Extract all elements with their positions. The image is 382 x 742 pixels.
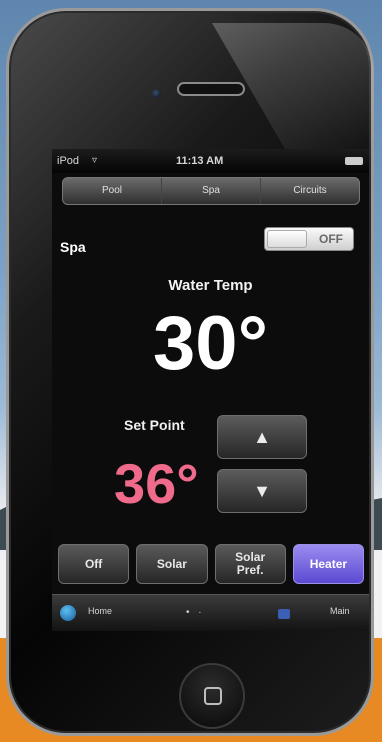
status-time: 11:13 AM: [176, 155, 224, 167]
globe-icon[interactable]: [60, 605, 76, 621]
speaker-grille-icon: [177, 82, 245, 96]
mode-heater-label: Heater: [309, 556, 348, 571]
battery-icon: [345, 157, 363, 165]
tab-spa[interactable]: Spa: [162, 178, 261, 204]
set-point-label: Set Point: [124, 417, 185, 433]
mode-solar-pref-label: Solar Pref.: [235, 550, 266, 577]
page-indicator: • ·: [186, 607, 205, 618]
main-menu-icon[interactable]: [278, 609, 290, 619]
nav-main-label[interactable]: Main: [330, 606, 350, 616]
nav-home-label[interactable]: Home: [88, 606, 112, 616]
mode-solar-label: Solar: [156, 556, 187, 571]
tab-circuits[interactable]: Circuits: [261, 178, 359, 204]
water-temp-label: Water Temp: [168, 277, 253, 294]
bottom-navigation-bar: Home • · Main: [52, 594, 369, 631]
segmented-tab-bar: Pool Spa Circuits: [62, 177, 360, 205]
arrow-up-icon: ▲: [253, 427, 271, 447]
mode-off-label: Off: [84, 556, 103, 571]
mode-off-button[interactable]: Off: [58, 544, 130, 584]
set-point-value: 36°: [114, 452, 199, 515]
toggle-state-label: OFF: [319, 232, 343, 246]
spa-power-toggle[interactable]: OFF: [264, 227, 354, 251]
set-point-down-button[interactable]: ▼: [217, 469, 307, 513]
water-temp-value: 30°: [153, 301, 268, 386]
heat-mode-selector: Off Solar Solar Pref. Heater: [58, 544, 364, 584]
mode-heater-button[interactable]: Heater: [292, 544, 364, 584]
wifi-icon: ▿: [92, 155, 98, 166]
home-square-icon: [204, 687, 222, 705]
mode-solar-button[interactable]: Solar: [136, 544, 208, 584]
app-screen: iPod ▿ 11:13 AM Pool Spa Circuits Spa OF…: [52, 149, 369, 631]
arrow-down-icon: ▼: [253, 481, 271, 501]
status-carrier: iPod: [57, 155, 80, 167]
tab-pool[interactable]: Pool: [63, 178, 162, 204]
mode-solar-pref-button[interactable]: Solar Pref.: [214, 544, 286, 584]
spa-label: Spa: [60, 239, 86, 255]
home-button[interactable]: [179, 663, 245, 729]
front-camera-icon: [152, 89, 161, 98]
status-bar: iPod ▿ 11:13 AM: [52, 149, 369, 173]
set-point-up-button[interactable]: ▲: [217, 415, 307, 459]
toggle-knob: [267, 230, 307, 248]
phone-frame: iPod ▿ 11:13 AM Pool Spa Circuits Spa OF…: [6, 8, 374, 736]
